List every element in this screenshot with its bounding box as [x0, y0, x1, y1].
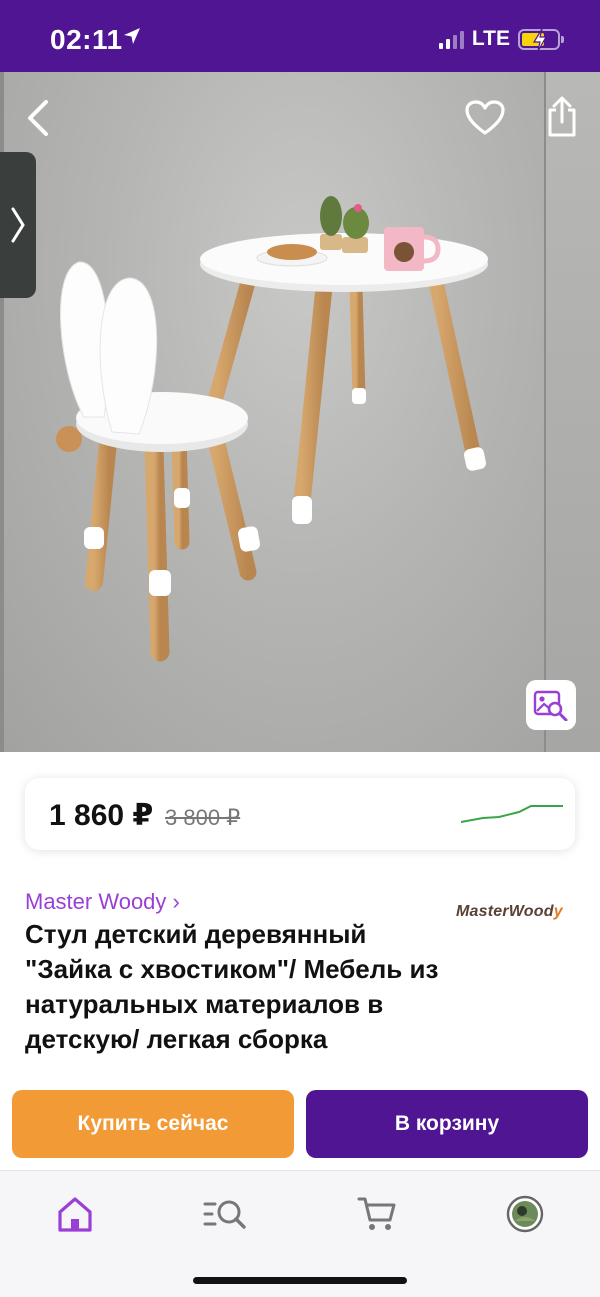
tab-home[interactable]: [52, 1191, 98, 1237]
chevron-right-icon: [11, 207, 25, 243]
brand-logo-text: MasterWood: [456, 903, 554, 920]
product-gallery[interactable]: [0, 72, 600, 752]
add-to-cart-button[interactable]: В корзину: [306, 1090, 588, 1158]
profile-avatar: [506, 1195, 544, 1233]
next-photo-preview[interactable]: [546, 72, 600, 752]
tab-cart[interactable]: [354, 1191, 400, 1237]
home-icon: [58, 1197, 92, 1232]
status-indicators: LTE: [438, 27, 564, 51]
brand-link[interactable]: Master Woody ›: [25, 889, 180, 915]
home-indicator: [193, 1277, 407, 1284]
network-label: LTE: [471, 27, 510, 50]
status-time: 02:11: [50, 24, 123, 55]
side-panel-toggle[interactable]: [0, 152, 36, 298]
image-search-icon: [533, 690, 568, 721]
signal-icon: [438, 29, 464, 49]
favorite-button[interactable]: [465, 100, 505, 141]
chevron-left-icon: [28, 100, 48, 136]
battery-charging-icon: [518, 28, 564, 51]
tab-catalog[interactable]: [202, 1191, 248, 1237]
brand-logo-accent: y: [553, 903, 563, 920]
current-price: 1 860 ₽: [49, 799, 154, 832]
share-button[interactable]: [544, 96, 580, 143]
catalog-search-icon: [203, 1200, 246, 1229]
product-title: Стул детский деревянный "Зайка с хвостик…: [25, 919, 439, 1054]
location-arrow-icon: [122, 26, 142, 51]
cart-icon: [357, 1197, 396, 1230]
buy-now-button[interactable]: Купить сейчас: [12, 1090, 294, 1158]
product-photo[interactable]: [4, 72, 544, 752]
old-price: 3 800 ₽: [165, 805, 241, 830]
product-photo-illustration: [56, 196, 488, 662]
price-card[interactable]: 1 860 ₽ 3 800 ₽: [25, 778, 575, 850]
status-bar: 02:11 LTE: [0, 0, 600, 72]
image-search-button[interactable]: [526, 680, 576, 730]
tab-profile[interactable]: [502, 1191, 548, 1237]
back-button[interactable]: [24, 98, 54, 143]
share-icon: [548, 96, 576, 137]
heart-icon: [465, 100, 505, 135]
brand-logo[interactable]: MasterWoody: [456, 903, 563, 921]
price-trend-sparkline[interactable]: [459, 798, 567, 828]
